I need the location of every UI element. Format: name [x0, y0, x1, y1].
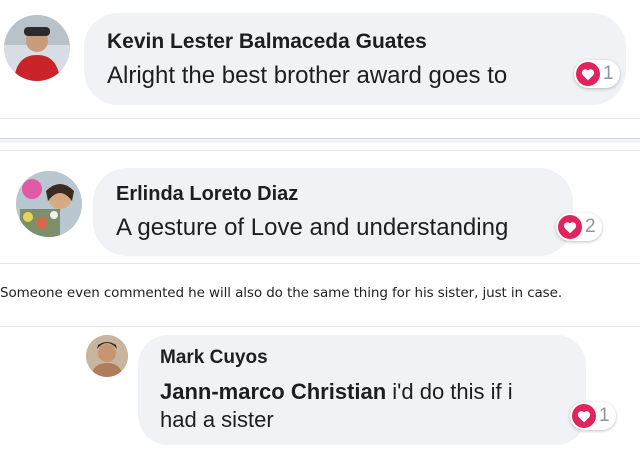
comment-text: A gesture of Love and understanding: [116, 214, 509, 241]
reaction-count: 2: [585, 216, 596, 237]
comment-text-line2: had a sister: [160, 407, 274, 432]
comment-author[interactable]: Kevin Lester Balmaceda Guates: [107, 30, 427, 54]
avatar[interactable]: [4, 15, 70, 81]
reaction-count: 1: [603, 63, 614, 84]
comment-card: Kevin Lester Balmaceda Guates Alright th…: [0, 0, 640, 119]
reaction-badge[interactable]: 1: [570, 402, 616, 430]
comment-bubble: [84, 13, 626, 105]
article-caption: Someone even commented he will also do t…: [0, 285, 563, 301]
reaction-badge[interactable]: 1: [574, 60, 620, 88]
divider: [0, 138, 640, 143]
profile-photo-icon: [86, 335, 128, 377]
heart-icon: [558, 215, 582, 239]
heart-icon: [572, 404, 596, 428]
heart-icon: [576, 62, 600, 86]
comment-text-line1: i'd do this if i: [386, 379, 513, 404]
comment-author[interactable]: Mark Cuyos: [160, 347, 268, 369]
reaction-badge[interactable]: 2: [556, 213, 602, 241]
comment-card: Erlinda Loreto Diaz A gesture of Love an…: [0, 150, 640, 264]
reaction-count: 1: [599, 405, 610, 426]
comment-author[interactable]: Erlinda Loreto Diaz: [116, 183, 298, 206]
profile-photo-icon: [16, 171, 82, 237]
avatar[interactable]: [16, 171, 82, 237]
comment-card: Mark Cuyos Jann-marco Christian i'd do t…: [0, 326, 640, 452]
profile-photo-icon: [4, 15, 70, 81]
mentioned-user-link[interactable]: Jann-marco Christian: [160, 379, 386, 404]
comment-text: Alright the best brother award goes to: [107, 62, 508, 89]
avatar[interactable]: [86, 335, 128, 377]
comment-bubble: [93, 168, 573, 256]
comment-text: Jann-marco Christian i'd do this if i: [160, 379, 513, 405]
